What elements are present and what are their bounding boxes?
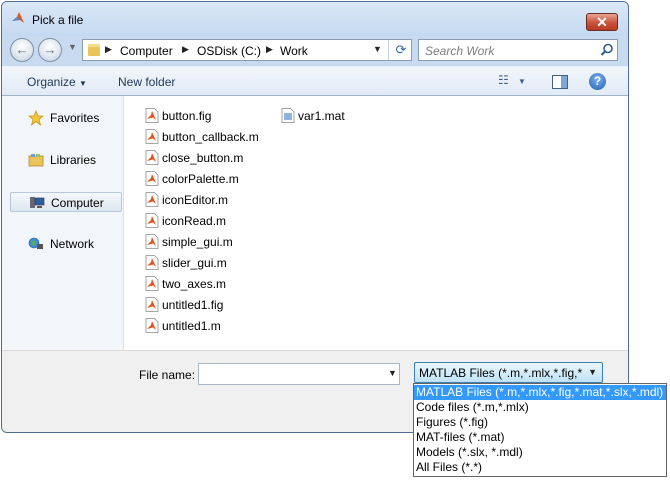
file-name: slider_gui.m	[162, 256, 227, 270]
breadcrumb-work[interactable]: Work	[280, 44, 308, 58]
file-name: button.fig	[162, 109, 212, 123]
m-file-icon	[145, 234, 159, 249]
chevron-down-icon: ▼	[79, 79, 87, 88]
organize-button[interactable]: Organize ▼	[27, 75, 87, 89]
m-file-icon	[145, 276, 159, 291]
sidebar-item-libraries[interactable]: Libraries	[10, 150, 122, 170]
new-folder-button[interactable]: New folder	[118, 75, 175, 89]
sidebar-item-computer[interactable]: Computer	[10, 192, 122, 212]
file-name: iconEditor.m	[162, 193, 229, 207]
file-type-option[interactable]: All Files (*.*)	[414, 460, 666, 475]
breadcrumb-arrow-icon[interactable]: ▶	[266, 44, 273, 55]
breadcrumb-arrow-icon[interactable]: ▶	[105, 44, 112, 55]
file-name: colorPalette.m	[162, 172, 239, 186]
preview-pane-icon[interactable]	[552, 75, 568, 89]
mat-file-icon	[281, 108, 295, 123]
breadcrumb-computer[interactable]: Computer	[120, 44, 173, 58]
file-name: untitled1.fig	[162, 298, 224, 312]
chevron-down-icon: ▼	[588, 367, 597, 377]
sidebar-item-favorites[interactable]: Favorites	[10, 108, 122, 128]
search-box[interactable]: Search Work	[418, 39, 618, 61]
folder-icon	[88, 44, 100, 56]
view-dropdown-icon[interactable]: ▼	[518, 77, 526, 86]
address-dropdown-icon[interactable]: ▼	[373, 44, 382, 54]
fig-file-icon	[145, 297, 159, 312]
breadcrumb-arrow-icon[interactable]: ▶	[182, 44, 189, 55]
fig-file-icon	[145, 108, 159, 123]
recent-locations-dropdown-icon[interactable]: ▼	[68, 42, 77, 52]
refresh-icon[interactable]: ⟳	[388, 40, 413, 60]
network-icon	[28, 237, 43, 249]
m-file-icon	[145, 318, 159, 333]
title-bar[interactable]: Pick a file ✕	[2, 2, 628, 36]
help-icon[interactable]: ?	[589, 73, 606, 90]
file-name: button_callback.m	[162, 130, 259, 144]
file-name-label: File name:	[139, 368, 195, 382]
file-name-input[interactable]	[198, 363, 400, 385]
sidebar-item-network[interactable]: Network	[10, 234, 122, 254]
file-type-dropdown-list: MATLAB Files (*.m,*.mlx,*.fig,*.mat,*.sl…	[413, 383, 667, 477]
m-file-icon	[145, 129, 159, 144]
file-name: two_axes.m	[162, 277, 227, 291]
address-bar[interactable]: ▶ Computer ▶ OSDisk (C:) ▶ Work ▼ ⟳	[82, 39, 412, 61]
organize-label: Organize	[27, 75, 76, 89]
matlab-logo-icon	[12, 12, 24, 23]
breadcrumb-osdisk[interactable]: OSDisk (C:)	[197, 44, 261, 58]
file-name: close_button.m	[162, 151, 244, 165]
file-type-filter-value: MATLAB Files (*.m,*.mlx,*.fig,*.mat,*.sl…	[419, 366, 583, 380]
star-icon	[28, 110, 44, 126]
search-placeholder: Search Work	[425, 44, 495, 58]
sidebar-item-label: Computer	[51, 196, 104, 210]
back-button[interactable]: ←	[10, 38, 34, 62]
sidebar-item-label: Libraries	[50, 153, 97, 167]
file-type-filter[interactable]: MATLAB Files (*.m,*.mlx,*.fig,*.mat,*.sl…	[414, 362, 603, 383]
sidebar-item-label: Network	[50, 237, 95, 251]
file-type-option[interactable]: Figures (*.fig)	[414, 415, 666, 430]
content-area: Favorites Libraries Computer Network but…	[2, 96, 628, 350]
file-name: untitled1.m	[162, 319, 221, 333]
close-button[interactable]: ✕	[586, 13, 618, 31]
search-icon[interactable]	[600, 43, 614, 57]
libraries-icon	[28, 154, 44, 167]
m-file-icon	[145, 150, 159, 165]
file-type-option[interactable]: MAT-files (*.mat)	[414, 430, 666, 445]
navigation-pane: Favorites Libraries Computer Network	[2, 96, 124, 350]
window-title: Pick a file	[32, 13, 84, 27]
file-type-option[interactable]: Code files (*.m,*.mlx)	[414, 400, 666, 415]
command-bar: Organize ▼ New folder ☷ ▼ ?	[2, 66, 628, 96]
navigation-bar: ← → ▼ ▶ Computer ▶ OSDisk (C:) ▶ Work ▼ …	[2, 36, 628, 66]
m-file-icon	[145, 255, 159, 270]
view-options-icon[interactable]: ☷	[498, 73, 509, 87]
file-dialog-window: Pick a file ✕ ← → ▼ ▶ Computer ▶ OSDisk …	[1, 1, 629, 433]
m-file-icon	[145, 213, 159, 228]
m-file-icon	[145, 171, 159, 186]
file-type-option[interactable]: Models (*.slx, *.mdl)	[414, 445, 666, 460]
file-name: iconRead.m	[162, 214, 227, 228]
forward-button[interactable]: →	[38, 38, 62, 62]
file-name: var1.mat	[298, 109, 345, 123]
file-type-option[interactable]: MATLAB Files (*.m,*.mlx,*.fig,*.mat,*.sl…	[414, 385, 666, 400]
file-name: simple_gui.m	[162, 235, 233, 249]
sidebar-item-label: Favorites	[50, 111, 100, 125]
computer-icon	[30, 197, 45, 208]
file-name-label-text: File name:	[139, 368, 196, 382]
m-file-icon	[145, 192, 159, 207]
